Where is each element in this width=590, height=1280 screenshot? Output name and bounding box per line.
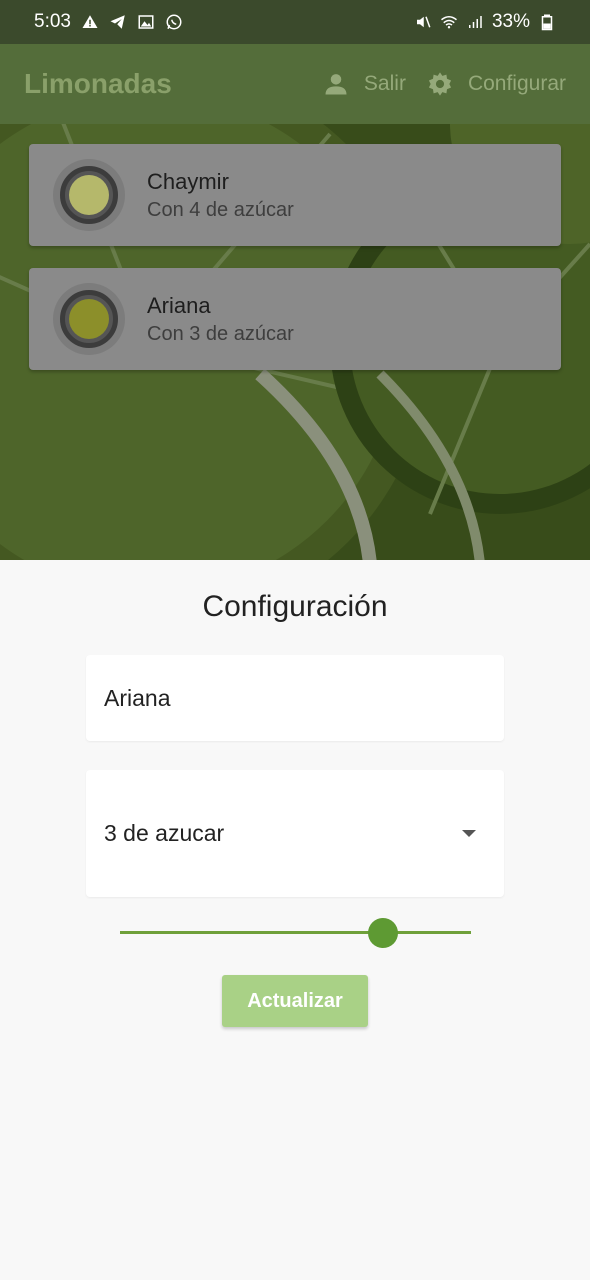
gear-icon	[428, 72, 452, 96]
avatar-fill	[69, 299, 109, 339]
slider-track	[120, 931, 471, 934]
mute-icon	[414, 13, 432, 31]
list-item[interactable]: Ariana Con 3 de azúcar	[29, 268, 561, 370]
gallery-icon	[137, 13, 155, 31]
settings-button[interactable]: Configurar	[426, 70, 566, 98]
whatsapp-icon	[165, 13, 183, 31]
slider-thumb[interactable]	[368, 918, 399, 948]
name-field[interactable]	[86, 655, 504, 741]
lemonade-avatar-icon	[53, 159, 125, 231]
config-title: Configuración	[202, 590, 388, 623]
logout-label: Salir	[363, 72, 406, 95]
signal-icon	[466, 13, 484, 31]
person-icon	[325, 74, 347, 95]
sugar-dropdown[interactable]: 3 de azucar	[86, 770, 504, 897]
app-title: Limonadas	[24, 68, 172, 99]
list-item-subtitle: Con 4 de azúcar	[147, 198, 294, 221]
battery-level: 33%	[491, 11, 530, 32]
status-bar: 5:03 33%	[0, 0, 590, 44]
wifi-icon	[440, 13, 458, 31]
list-item-subtitle: Con 3 de azúcar	[147, 322, 294, 345]
list-item[interactable]: Chaymir Con 4 de azúcar	[29, 144, 561, 246]
dropdown-arrow-icon	[462, 830, 476, 837]
battery-icon	[538, 13, 556, 31]
sugar-dropdown-value: 3 de azucar	[104, 820, 225, 846]
update-button[interactable]: Actualizar	[222, 975, 368, 1027]
sugar-slider[interactable]	[120, 918, 471, 948]
lemonade-avatar-icon	[53, 283, 125, 355]
logout-button[interactable]: Salir	[322, 70, 406, 98]
avatar-fill	[69, 175, 109, 215]
telegram-icon	[109, 13, 127, 31]
app-bar: Limonadas Salir Configurar	[0, 44, 590, 124]
settings-label: Configurar	[467, 72, 566, 95]
config-panel: Configuración 3 de azucar Actualizar	[0, 560, 590, 1280]
warning-icon	[81, 13, 99, 31]
list-item-name: Ariana	[147, 292, 211, 318]
status-time: 5:03	[34, 11, 71, 32]
list-item-name: Chaymir	[147, 168, 229, 194]
name-field-container	[86, 655, 504, 741]
